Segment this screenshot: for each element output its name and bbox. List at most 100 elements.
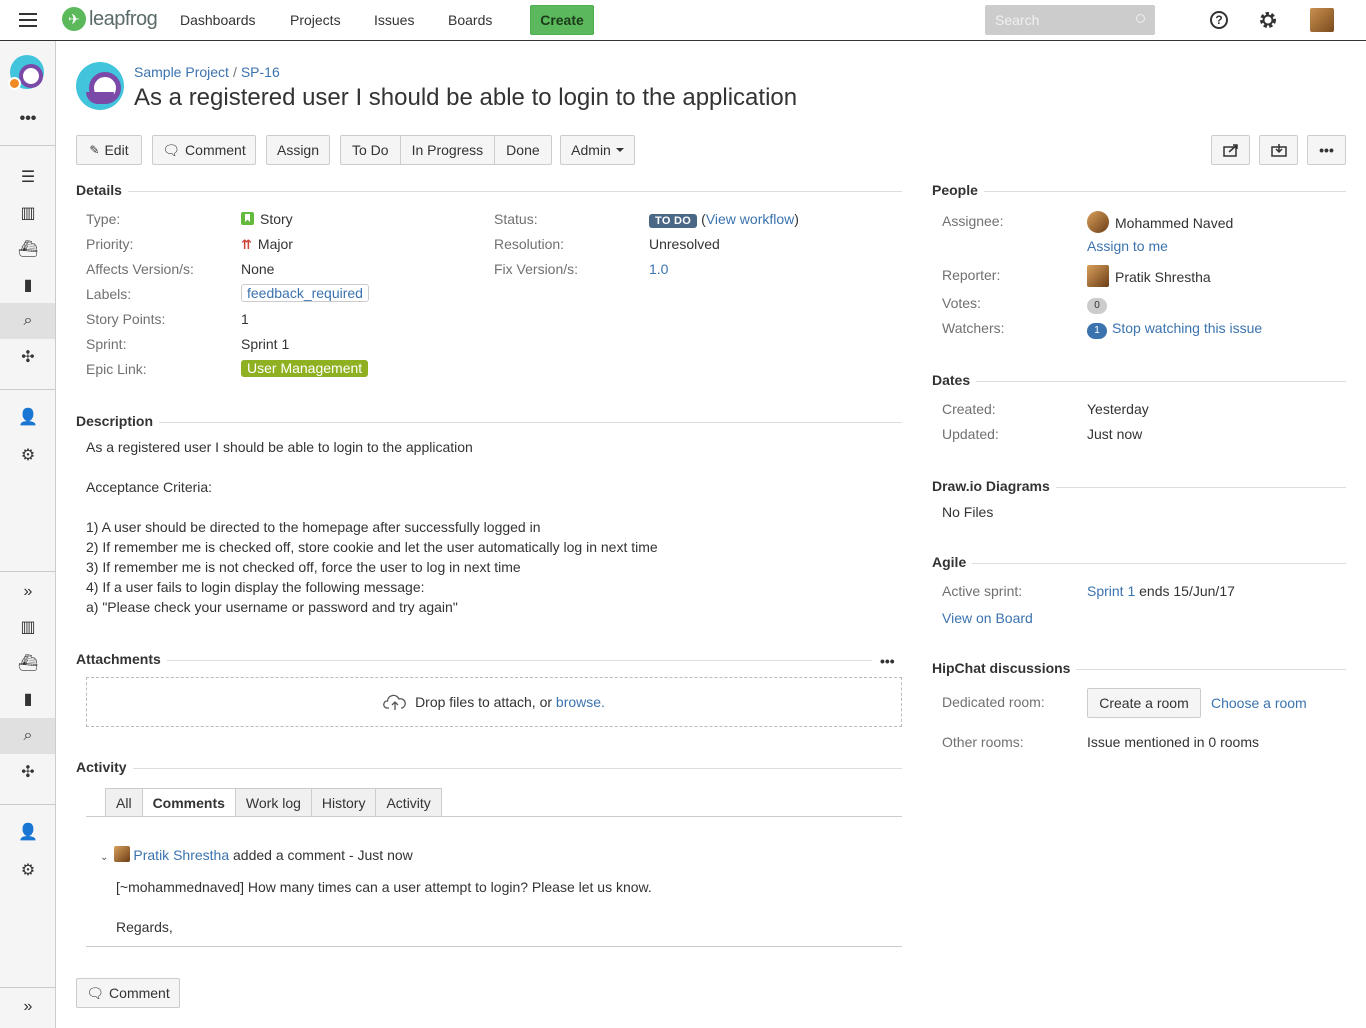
description-line: 1) A user should be directed to the home… [86, 519, 541, 535]
assign-to-me-link[interactable]: Assign to me [1087, 238, 1168, 254]
story-points-value[interactable]: 1 [241, 311, 249, 327]
app-logo[interactable]: ✈ leapfrog [62, 7, 158, 31]
top-navigation: ✈ leapfrog Dashboards Projects Issues Bo… [0, 0, 1366, 41]
components-icon-secondary[interactable]: ✣ [18, 762, 38, 782]
details-heading: Details [76, 182, 128, 198]
search-icon[interactable] [1136, 14, 1145, 23]
nav-issues[interactable]: Issues [374, 12, 414, 28]
settings-gear-icon[interactable] [1258, 10, 1278, 30]
project-settings-icon-secondary[interactable]: ⚙ [18, 860, 38, 880]
stop-watching-link[interactable]: Stop watching this issue [1112, 320, 1262, 336]
drop-text: Drop files to attach, or [415, 694, 553, 710]
created-value: Yesterday [1087, 401, 1149, 417]
to-do-button[interactable]: To Do [341, 136, 401, 164]
leapfrog-icon: ✈ [62, 7, 86, 31]
admin-dropdown[interactable]: Admin [560, 135, 635, 165]
view-on-board-link[interactable]: View on Board [942, 610, 1033, 626]
dates-heading: Dates [932, 372, 977, 388]
project-settings-icon[interactable]: ⚙ [18, 445, 38, 465]
search-input[interactable] [985, 5, 1155, 35]
fix-version-link[interactable]: 1.0 [649, 261, 668, 277]
choose-room-link[interactable]: Choose a room [1211, 695, 1307, 711]
assign-button[interactable]: Assign [266, 135, 330, 165]
commenter-avatar[interactable] [114, 846, 131, 862]
chevron-down-icon [615, 148, 624, 152]
add-comment-button[interactable]: 🗨 Comment [76, 978, 180, 1008]
in-progress-button[interactable]: In Progress [401, 136, 496, 164]
menu-icon[interactable] [19, 13, 37, 27]
tab-activity[interactable]: Activity [375, 788, 442, 817]
comment-action: added a comment - Just now [233, 847, 413, 863]
attachment-dropzone[interactable]: Drop files to attach, or browse. [86, 677, 902, 727]
sprint-ends: ends 15/Jun/17 [1139, 583, 1235, 599]
user-avatar[interactable] [1310, 8, 1334, 32]
label-tag[interactable]: feedback_required [241, 284, 369, 302]
board-icon[interactable]: ▥ [18, 203, 38, 223]
add-comment-label: Comment [109, 985, 170, 1001]
collapse-sidebar-icon[interactable]: » [18, 997, 38, 1017]
updated-label: Updated: [942, 426, 999, 442]
story-points-label: Story Points: [86, 311, 166, 327]
tab-history[interactable]: History [310, 788, 376, 817]
epic-link-tag[interactable]: User Management [241, 360, 369, 377]
issues-search-icon-secondary[interactable]: ⌕ [18, 726, 38, 746]
create-button[interactable]: Create [530, 5, 594, 35]
reports-icon[interactable]: ▮ [18, 275, 38, 295]
releases-icon-secondary[interactable]: ⛴ [18, 653, 38, 673]
help-icon[interactable]: ? [1210, 11, 1228, 29]
backlog-icon[interactable]: ☰ [18, 167, 38, 187]
priority-text: Major [257, 236, 293, 252]
drawio-value: No Files [942, 504, 994, 520]
comment-author-link[interactable]: Pratik Shrestha [133, 847, 229, 863]
description-line: As a registered user I should be able to… [86, 439, 473, 455]
tab-comments[interactable]: Comments [141, 788, 235, 817]
attachments-more-icon[interactable]: ••• [880, 653, 895, 669]
workflow-paren-close: ) [794, 211, 799, 227]
create-room-button[interactable]: Create a room [1087, 688, 1201, 718]
add-people-icon-secondary[interactable]: 👤 [18, 822, 38, 842]
sprint-value[interactable]: Sprint 1 [241, 336, 289, 352]
share-button[interactable] [1211, 135, 1250, 165]
watchers-count-badge[interactable]: 1 [1087, 323, 1107, 339]
assignee-value[interactable]: Mohammed Naved [1087, 211, 1233, 233]
agile-heading: Agile [932, 554, 973, 570]
breadcrumb-project[interactable]: Sample Project [134, 64, 229, 80]
issues-search-icon[interactable]: ⌕ [18, 311, 38, 331]
resolution-value: Unresolved [649, 236, 720, 252]
created-label: Created: [942, 401, 996, 417]
type-label: Type: [86, 211, 121, 227]
expand-sidebar-icon[interactable]: » [18, 582, 38, 602]
export-icon [1270, 144, 1287, 157]
add-people-icon[interactable]: 👤 [18, 407, 38, 427]
tab-work-log[interactable]: Work log [234, 788, 311, 817]
done-button[interactable]: Done [495, 136, 550, 164]
view-workflow-link[interactable]: View workflow [706, 211, 794, 227]
export-button[interactable] [1259, 135, 1298, 165]
releases-icon[interactable]: ⛴ [18, 239, 38, 259]
activity-tabs: All Comments Work log History Activity [105, 788, 442, 817]
nav-dashboards[interactable]: Dashboards [180, 12, 256, 28]
more-icon[interactable]: ••• [18, 109, 38, 129]
nav-projects[interactable]: Projects [290, 12, 341, 28]
comment-button[interactable]: 🗨 Comment [152, 135, 256, 165]
board-icon-secondary[interactable]: ▥ [18, 617, 38, 637]
edit-button[interactable]: ✎ Edit [76, 135, 142, 165]
pencil-icon: ✎ [89, 143, 100, 157]
tab-all[interactable]: All [105, 788, 142, 817]
story-icon [241, 212, 254, 225]
dedicated-room-label: Dedicated room: [942, 694, 1045, 710]
reports-icon-secondary[interactable]: ▮ [18, 689, 38, 709]
breadcrumb: Sample Project / SP-16 [134, 64, 280, 80]
reporter-value[interactable]: Pratik Shrestha [1087, 265, 1211, 287]
components-icon[interactable]: ✣ [18, 347, 38, 367]
more-actions-button[interactable]: ••• [1307, 135, 1346, 165]
issue-title[interactable]: As a registered user I should be able to… [134, 84, 797, 112]
nav-boards[interactable]: Boards [448, 12, 492, 28]
sprint-link[interactable]: Sprint 1 [1087, 583, 1135, 599]
breadcrumb-issue-key[interactable]: SP-16 [241, 64, 280, 80]
activity-heading: Activity [76, 759, 133, 775]
votes-value[interactable]: 0 [1087, 295, 1107, 314]
chevron-down-icon[interactable]: ⌄ [100, 852, 108, 863]
project-avatar[interactable] [76, 62, 124, 110]
browse-link[interactable]: browse. [556, 694, 605, 710]
